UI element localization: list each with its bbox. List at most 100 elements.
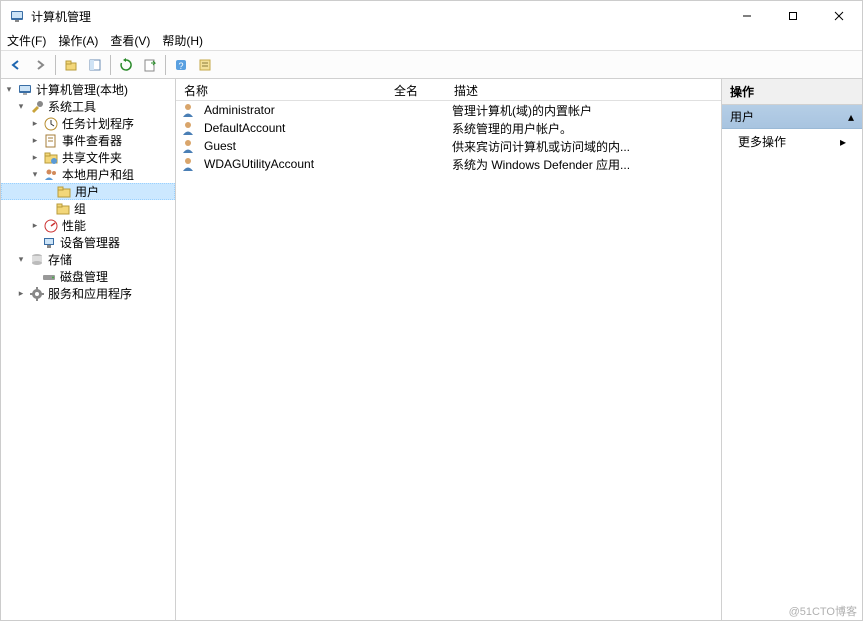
column-name[interactable]: 名称 xyxy=(176,79,386,100)
toolbar-separator xyxy=(55,55,56,75)
tools-icon xyxy=(29,99,45,115)
device-icon xyxy=(41,235,57,251)
tree-groups[interactable]: 组 xyxy=(1,200,175,217)
expand-icon[interactable]: ▸ xyxy=(15,288,27,300)
cell-description: 管理计算机(域)的内置帐户 xyxy=(446,102,721,119)
list-row[interactable]: Administrator 管理计算机(域)的内置帐户 xyxy=(176,101,721,119)
toolbar-separator xyxy=(110,55,111,75)
window-title: 计算机管理 xyxy=(31,8,724,25)
actions-more[interactable]: 更多操作 ▸ xyxy=(722,129,862,154)
user-icon xyxy=(180,102,196,118)
expand-icon[interactable]: ▸ xyxy=(29,152,41,164)
tree-storage[interactable]: ▾ 存储 xyxy=(1,251,175,268)
list-pane: 名称 全名 描述 Administrator管理计算机(域)的内置帐户Defau… xyxy=(176,79,722,620)
tree-users[interactable]: 用户 xyxy=(1,183,175,200)
tree-system-tools[interactable]: ▾ 系统工具 xyxy=(1,98,175,115)
tree-performance[interactable]: ▸ 性能 xyxy=(1,217,175,234)
actions-group-label: 用户 xyxy=(730,108,754,125)
tree-device-manager[interactable]: 设备管理器 xyxy=(1,234,175,251)
folder-icon xyxy=(56,184,72,200)
tree-local-users-groups[interactable]: ▾ 本地用户和组 xyxy=(1,166,175,183)
svg-text:?: ? xyxy=(178,61,183,71)
performance-icon xyxy=(43,218,59,234)
expand-icon[interactable]: ▾ xyxy=(15,101,27,113)
show-hide-button[interactable] xyxy=(84,54,106,76)
cell-description: 系统为 Windows Defender 应用... xyxy=(446,156,721,173)
menu-help[interactable]: 帮助(H) xyxy=(162,32,203,49)
tree-shared-folders[interactable]: ▸ 共享文件夹 xyxy=(1,149,175,166)
toolbar-separator xyxy=(165,55,166,75)
clock-icon xyxy=(43,116,59,132)
storage-icon xyxy=(29,252,45,268)
help-button[interactable]: ? xyxy=(170,54,192,76)
expand-icon[interactable]: ▸ xyxy=(29,118,41,130)
menu-action[interactable]: 操作(A) xyxy=(58,32,98,49)
menu-file[interactable]: 文件(F) xyxy=(7,32,46,49)
tree-services-apps[interactable]: ▸ 服务和应用程序 xyxy=(1,285,175,302)
properties-button[interactable] xyxy=(194,54,216,76)
watermark: @51CTO博客 xyxy=(789,603,857,619)
cell-name: DefaultAccount xyxy=(198,121,386,135)
minimize-button[interactable] xyxy=(724,1,770,31)
up-button[interactable] xyxy=(60,54,82,76)
expand-icon[interactable]: ▾ xyxy=(15,254,27,266)
tree-label: 计算机管理(本地) xyxy=(36,81,128,98)
cell-name: Administrator xyxy=(198,103,386,117)
expand-icon[interactable]: ▸ xyxy=(29,220,41,232)
expand-icon[interactable]: ▾ xyxy=(3,84,15,96)
actions-group-users[interactable]: 用户 ▴ xyxy=(722,105,862,129)
refresh-button[interactable] xyxy=(115,54,137,76)
menu-view[interactable]: 查看(V) xyxy=(110,32,150,49)
actions-pane: 操作 用户 ▴ 更多操作 ▸ xyxy=(722,79,862,620)
tree-label: 设备管理器 xyxy=(60,234,120,251)
actions-header: 操作 xyxy=(722,79,862,105)
tree-label: 性能 xyxy=(62,217,86,234)
chevron-right-icon: ▸ xyxy=(840,135,846,149)
content-area: ▾ 计算机管理(本地) ▾ 系统工具 ▸ 任务计划程序 ▸ 事件查看器 ▸ 共享… xyxy=(1,79,862,620)
list-body[interactable]: Administrator管理计算机(域)的内置帐户DefaultAccount… xyxy=(176,101,721,620)
menubar: 文件(F) 操作(A) 查看(V) 帮助(H) xyxy=(1,31,862,51)
forward-button[interactable] xyxy=(29,54,51,76)
tree-label: 组 xyxy=(74,200,86,217)
window-controls xyxy=(724,1,862,31)
users-groups-icon xyxy=(43,167,59,183)
actions-more-label: 更多操作 xyxy=(738,133,786,150)
shared-folder-icon xyxy=(43,150,59,166)
maximize-button[interactable] xyxy=(770,1,816,31)
tree-disk-management[interactable]: 磁盘管理 xyxy=(1,268,175,285)
export-button[interactable] xyxy=(139,54,161,76)
back-button[interactable] xyxy=(5,54,27,76)
collapse-icon: ▴ xyxy=(848,110,854,124)
list-row[interactable]: WDAGUtilityAccount 系统为 Windows Defender 应… xyxy=(176,155,721,173)
disk-icon xyxy=(41,269,57,285)
column-fullname[interactable]: 全名 xyxy=(386,79,446,100)
toolbar: ? xyxy=(1,51,862,79)
expand-icon[interactable]: ▸ xyxy=(29,135,41,147)
cell-name: WDAGUtilityAccount xyxy=(198,157,386,171)
list-row[interactable]: Guest供来宾访问计算机或访问域的内... xyxy=(176,137,721,155)
user-icon xyxy=(180,138,196,154)
list-header: 名称 全名 描述 xyxy=(176,79,721,101)
computer-icon xyxy=(17,82,33,98)
close-button[interactable] xyxy=(816,1,862,31)
event-icon xyxy=(43,133,59,149)
cell-name: Guest xyxy=(198,139,386,153)
tree-label: 服务和应用程序 xyxy=(48,285,132,302)
expand-icon[interactable]: ▾ xyxy=(29,169,41,181)
tree-label: 任务计划程序 xyxy=(62,115,134,132)
tree-event-viewer[interactable]: ▸ 事件查看器 xyxy=(1,132,175,149)
column-description[interactable]: 描述 xyxy=(446,79,721,100)
tree-root[interactable]: ▾ 计算机管理(本地) xyxy=(1,81,175,98)
tree-label: 共享文件夹 xyxy=(62,149,122,166)
services-icon xyxy=(29,286,45,302)
folder-icon xyxy=(55,201,71,217)
app-icon xyxy=(9,8,25,24)
list-row[interactable]: DefaultAccount系统管理的用户帐户。 xyxy=(176,119,721,137)
tree-label: 磁盘管理 xyxy=(60,268,108,285)
tree-pane[interactable]: ▾ 计算机管理(本地) ▾ 系统工具 ▸ 任务计划程序 ▸ 事件查看器 ▸ 共享… xyxy=(1,79,176,620)
tree-task-scheduler[interactable]: ▸ 任务计划程序 xyxy=(1,115,175,132)
tree-label: 事件查看器 xyxy=(62,132,122,149)
tree-label: 存储 xyxy=(48,251,72,268)
tree-label: 本地用户和组 xyxy=(62,166,134,183)
user-icon xyxy=(180,156,196,172)
